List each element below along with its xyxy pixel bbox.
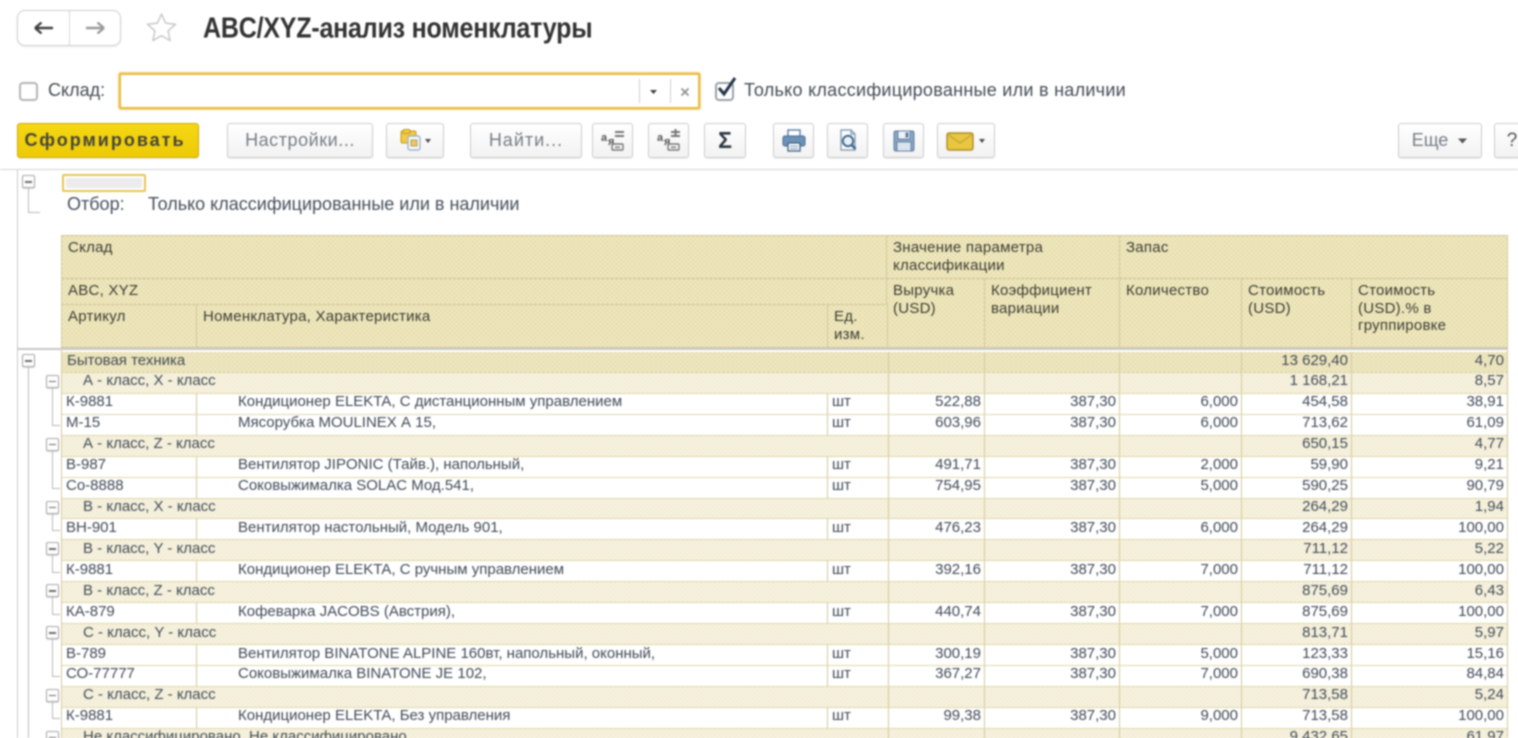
svg-text:a: a	[601, 132, 608, 144]
svg-text:я: я	[608, 136, 614, 148]
svg-text:a: a	[657, 132, 664, 144]
svg-text:я: я	[664, 136, 670, 148]
